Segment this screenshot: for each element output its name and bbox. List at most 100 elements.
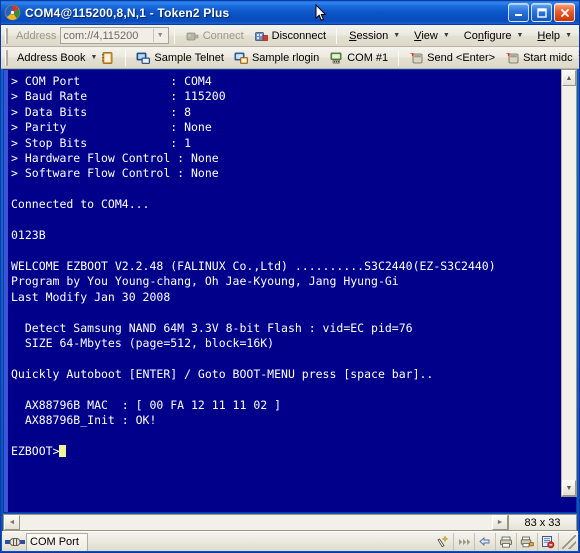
sample-rlogin-label: Sample rlogin — [251, 51, 320, 64]
scroll-right-button[interactable]: ► — [492, 515, 508, 530]
connect-label: Connect — [202, 29, 244, 42]
menu-configure[interactable]: Configure ▼ — [457, 27, 531, 45]
terminal-line: > Baud Rate : 115200 — [11, 89, 226, 104]
file-transfer-icon[interactable] — [475, 532, 496, 551]
window-controls — [508, 3, 577, 22]
address-book-button[interactable]: Address Book ▼ — [12, 49, 120, 67]
toolbar-grip-2[interactable] — [5, 49, 8, 66]
menu-help-rest: elp — [545, 29, 561, 42]
address-book-icon — [100, 51, 115, 65]
menu-view-rest: iew — [421, 29, 438, 42]
title-bar: COM4@115200,8,N,1 - Token2 Plus — [1, 1, 579, 25]
chevron-down-icon: ▼ — [516, 32, 524, 39]
com1-label: COM #1 — [347, 51, 389, 64]
address-input-value: com://4,115200 — [63, 29, 139, 42]
toolbar-separator-3 — [125, 49, 127, 66]
log-capture-icon[interactable] — [538, 532, 559, 551]
terminal-line: > Parity : None — [11, 120, 212, 135]
close-button[interactable] — [554, 3, 575, 22]
send-enter-button[interactable]: Send <Enter> — [404, 49, 500, 67]
toolbar-grip[interactable] — [5, 27, 8, 44]
resize-grip[interactable] — [562, 534, 576, 549]
rlogin-session-icon — [234, 51, 249, 65]
connect-plug-icon — [185, 29, 200, 43]
terminal-line: 0123B — [11, 228, 46, 243]
terminal-cursor — [59, 444, 67, 457]
vertical-scroll-track[interactable] — [562, 86, 576, 480]
terminal-line: Last Modify Jan 30 2008 — [11, 289, 171, 304]
terminal-line: AX88796B MAC : [ 00 FA 12 11 11 02 ] — [11, 397, 282, 412]
menu-session-rest: ession — [356, 29, 389, 42]
terminal-prompt: EZBOOT> — [11, 443, 60, 458]
terminal-prompt-line: EZBOOT> — [11, 444, 574, 459]
menu-help[interactable]: Help ▼ — [530, 27, 579, 45]
chevron-down-icon[interactable]: ▼ — [152, 29, 167, 42]
session-toolbar: Address Book ▼ Sample Telnet Sample rlog… — [1, 47, 580, 69]
menu-view[interactable]: View ▼ — [407, 27, 457, 45]
highlight-icon[interactable] — [433, 532, 454, 551]
chevron-down-icon: ▼ — [565, 32, 572, 39]
status-tab-com-port[interactable]: COM Port — [26, 532, 88, 551]
menu-session[interactable]: Session ▼ — [342, 27, 407, 45]
terminal-line: Connected to COM4... — [11, 197, 150, 212]
horizontal-scroll-track[interactable] — [20, 515, 492, 530]
status-bar: COM Port — [2, 531, 578, 551]
start-macro-icon — [505, 51, 520, 65]
terminal-output[interactable]: > COM Port : COM4 > Baud Rate : 115200 > D… — [8, 70, 576, 512]
toolbar-separator-4 — [398, 49, 400, 66]
token2-app-icon — [4, 4, 21, 21]
terminal-line: > Software Flow Control : None — [11, 166, 219, 181]
fast-forward-icon[interactable] — [454, 532, 475, 551]
sample-telnet-button[interactable]: Sample Telnet — [131, 49, 229, 67]
terminal-line: SIZE 64-Mbytes (page=512, block=16K) — [11, 335, 275, 350]
serial-session-icon — [329, 51, 344, 65]
minimize-button[interactable] — [508, 3, 529, 22]
toolbar-separator — [173, 27, 175, 44]
telnet-session-icon — [136, 51, 151, 65]
start-midc-label: Start midc — [523, 51, 573, 64]
terminal-line: WELCOME EZBOOT V2.2.48 (FALINUX Co.,Ltd)… — [11, 258, 496, 273]
horizontal-scrollbar[interactable]: ◄ ► 83 x 33 — [3, 514, 577, 531]
status-icon-group — [433, 532, 559, 551]
sample-telnet-label: Sample Telnet — [154, 51, 224, 64]
start-midc-button[interactable]: Start midc — [500, 49, 578, 67]
address-label: Address — [16, 29, 57, 42]
disconnect-label: Disconnect — [271, 29, 327, 42]
disconnect-button[interactable]: Disconnect — [249, 27, 331, 45]
vertical-scrollbar[interactable]: ▲ ▼ — [561, 69, 577, 497]
sample-rlogin-button[interactable]: Sample rlogin — [229, 49, 324, 67]
terminal-line: > COM Port : COM4 — [11, 74, 212, 88]
address-input[interactable]: com://4,115200 ▼ — [60, 27, 169, 44]
window-title: COM4@115200,8,N,1 - Token2 Plus — [25, 5, 230, 20]
scroll-down-button[interactable]: ▼ — [562, 480, 576, 496]
terminal-line: > Stop Bits : 1 — [11, 135, 192, 150]
address-book-label: Address Book — [17, 51, 86, 64]
chevron-down-icon: ▼ — [442, 32, 450, 39]
com1-button[interactable]: COM #1 — [324, 49, 393, 67]
terminal-line: AX88796B_Init : OK! — [11, 412, 157, 427]
connect-button[interactable]: Connect — [180, 27, 249, 45]
chevron-down-icon: ▼ — [90, 54, 98, 61]
maximize-button[interactable] — [531, 3, 552, 22]
print-lock-icon[interactable] — [517, 532, 538, 551]
scroll-left-button[interactable]: ◄ — [4, 515, 20, 530]
send-enter-label: Send <Enter> — [427, 51, 496, 64]
scroll-up-button[interactable]: ▲ — [562, 70, 576, 86]
print-icon[interactable] — [496, 532, 517, 551]
terminal-line: Quickly Autoboot [ENTER] / Goto BOOT-MEN… — [11, 366, 434, 381]
application-window: COM4@115200,8,N,1 - Token2 Plus Address — [0, 0, 580, 553]
terminal-size-indicator: 83 x 33 — [508, 515, 576, 530]
terminal-line: > Hardware Flow Control : None — [11, 151, 219, 166]
send-macro-icon — [409, 51, 424, 65]
address-toolbar: Address com://4,115200 ▼ Connect Disconn… — [1, 25, 579, 47]
terminal-line: Program by You Young-chang, Oh Jae-Kyoun… — [11, 274, 399, 289]
toolbar-separator-2 — [336, 27, 338, 44]
serial-port-icon — [4, 535, 26, 549]
